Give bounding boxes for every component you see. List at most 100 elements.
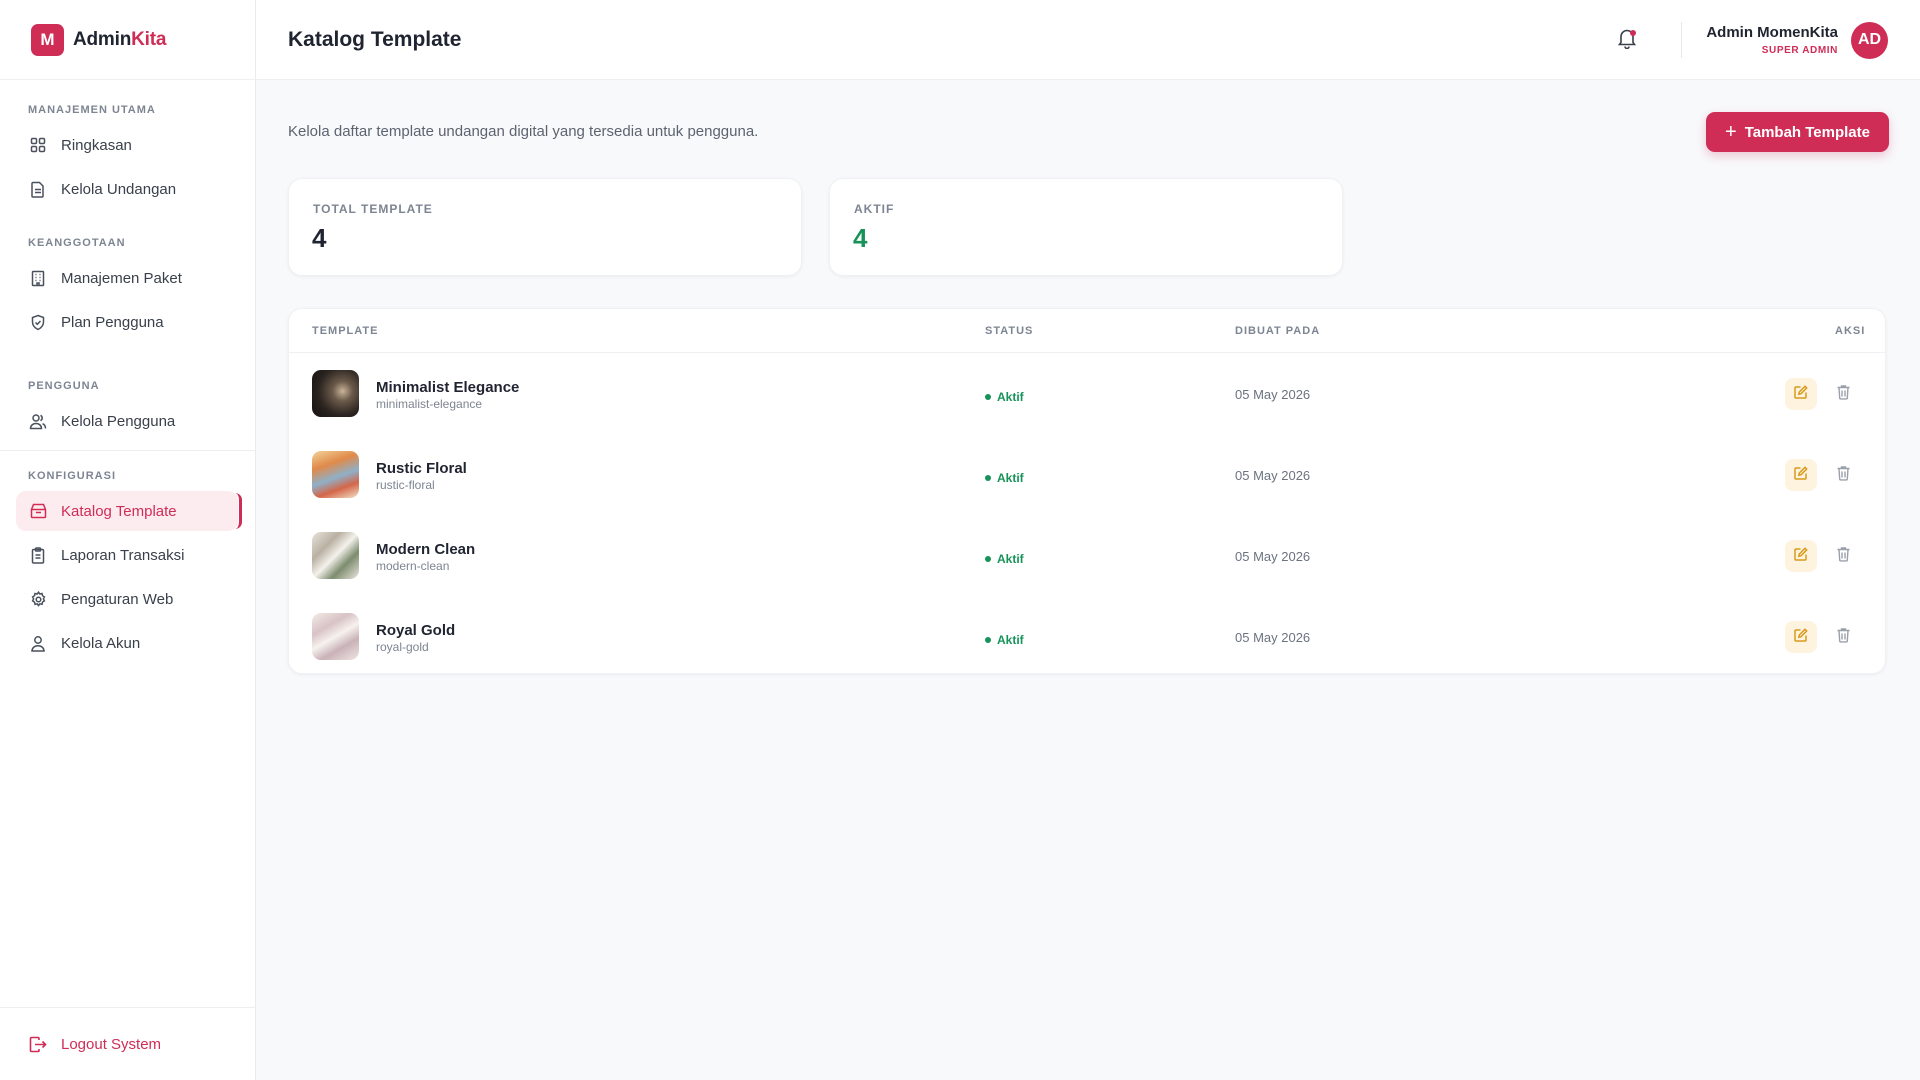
sidebar: M AdminKita MANAJEMEN UTAMA Ringkasan Ke…	[0, 0, 256, 1080]
delete-button[interactable]	[1827, 540, 1859, 572]
sidebar-item-laporan-transaksi[interactable]: Laporan Transaksi	[16, 535, 239, 575]
plus-icon: +	[1725, 121, 1737, 143]
sidebar-item-kelola-pengguna[interactable]: Kelola Pengguna	[16, 401, 239, 441]
sidebar-item-pengaturan-web[interactable]: Pengaturan Web	[16, 579, 239, 619]
delete-button[interactable]	[1827, 621, 1859, 653]
table-row: Rustic Floral rustic-floral Aktif 05 May…	[289, 434, 1885, 515]
avatar[interactable]: AD	[1851, 21, 1888, 59]
sidebar-item-katalog-template[interactable]: Katalog Template	[16, 491, 242, 531]
edit-button[interactable]	[1785, 621, 1817, 653]
table-row: Minimalist Elegance minimalist-elegance …	[289, 353, 1885, 434]
brand-name-part1: Admin	[73, 28, 132, 50]
page-description: Kelola daftar template undangan digital …	[288, 123, 759, 140]
user-info[interactable]: Admin MomenKita SUPER ADMIN	[1706, 24, 1838, 56]
status-label: Aktif	[997, 633, 1024, 647]
edit-icon	[1794, 546, 1808, 566]
logout-button[interactable]: Logout System	[0, 1007, 256, 1080]
status-dot	[985, 556, 991, 562]
edit-button[interactable]	[1785, 540, 1817, 572]
status-label: Aktif	[997, 552, 1024, 566]
brand[interactable]: M AdminKita	[0, 0, 255, 80]
user-name: Admin MomenKita	[1706, 24, 1838, 41]
created-date: 05 May 2026	[1235, 630, 1311, 645]
add-template-button[interactable]: + Tambah Template	[1706, 112, 1889, 152]
document-icon	[29, 180, 47, 198]
template-slug: rustic-floral	[376, 478, 435, 492]
column-header-actions: AKSI	[1835, 325, 1866, 337]
template-slug: minimalist-elegance	[376, 397, 483, 411]
nav-heading-manajemen-utama: MANAJEMEN UTAMA	[28, 104, 156, 116]
nav-heading-keanggotaan: KEANGGOTAAN	[28, 237, 126, 249]
trash-icon	[1836, 546, 1851, 567]
user-icon	[29, 634, 47, 652]
template-name: Modern Clean	[376, 541, 476, 558]
sidebar-item-ringkasan[interactable]: Ringkasan	[16, 125, 239, 165]
created-date: 05 May 2026	[1235, 549, 1311, 564]
shield-check-icon	[29, 313, 47, 331]
template-thumbnail	[312, 451, 359, 498]
stat-value: 4	[853, 223, 868, 253]
main-content: Kelola daftar template undangan digital …	[256, 80, 1920, 1080]
tray-icon	[29, 502, 47, 520]
edit-icon	[1794, 384, 1808, 404]
stat-card-aktif: AKTIF 4	[829, 178, 1343, 276]
sidebar-item-label: Kelola Akun	[61, 634, 141, 652]
template-thumbnail	[312, 532, 359, 579]
status-label: Aktif	[997, 471, 1024, 485]
sidebar-item-label: Kelola Undangan	[61, 180, 177, 198]
grid-icon	[29, 136, 47, 154]
sidebar-item-label: Manajemen Paket	[61, 269, 182, 287]
template-name: Minimalist Elegance	[376, 379, 520, 396]
sidebar-item-label: Laporan Transaksi	[61, 546, 185, 564]
status-dot	[985, 394, 991, 400]
brand-logo: M	[31, 23, 64, 56]
gear-icon	[29, 590, 47, 608]
logout-label: Logout System	[61, 1035, 162, 1053]
template-thumbnail	[312, 370, 359, 417]
edit-button[interactable]	[1785, 459, 1817, 491]
table-row: Royal Gold royal-gold Aktif 05 May 2026	[289, 596, 1885, 677]
table-row: Modern Clean modern-clean Aktif 05 May 2…	[289, 515, 1885, 596]
status-badge: Aktif	[985, 633, 1024, 647]
trash-icon	[1836, 384, 1851, 405]
sidebar-item-manajemen-paket[interactable]: Manajemen Paket	[16, 258, 239, 298]
template-name: Rustic Floral	[376, 460, 467, 477]
delete-button[interactable]	[1827, 459, 1859, 491]
brand-name-part2: Kita	[131, 28, 167, 50]
top-header: Katalog Template Admin MomenKita SUPER A…	[256, 0, 1920, 80]
add-template-label: Tambah Template	[1744, 123, 1870, 141]
status-label: Aktif	[997, 390, 1024, 404]
nav-heading-konfigurasi: KONFIGURASI	[28, 470, 116, 482]
sidebar-item-plan-pengguna[interactable]: Plan Pengguna	[16, 302, 239, 342]
status-badge: Aktif	[985, 471, 1024, 485]
status-badge: Aktif	[985, 552, 1024, 566]
sidebar-item-label: Katalog Template	[61, 502, 177, 520]
edit-icon	[1794, 627, 1808, 647]
status-badge: Aktif	[985, 390, 1024, 404]
stat-label: AKTIF	[854, 202, 895, 216]
edit-button[interactable]	[1785, 378, 1817, 410]
brand-name: AdminKita	[73, 29, 166, 51]
created-date: 05 May 2026	[1235, 387, 1311, 402]
delete-button[interactable]	[1827, 378, 1859, 410]
sidebar-item-label: Pengaturan Web	[61, 590, 174, 608]
logout-icon	[29, 1035, 47, 1053]
column-header-status: STATUS	[985, 325, 1034, 337]
template-thumbnail	[312, 613, 359, 660]
sidebar-item-kelola-undangan[interactable]: Kelola Undangan	[16, 169, 239, 209]
template-slug: modern-clean	[376, 559, 450, 573]
column-header-date: DIBUAT PADA	[1235, 325, 1321, 337]
sidebar-item-kelola-akun[interactable]: Kelola Akun	[16, 623, 239, 663]
user-role: SUPER ADMIN	[1761, 45, 1838, 56]
stat-label: TOTAL TEMPLATE	[313, 202, 433, 216]
template-table: TEMPLATE STATUS DIBUAT PADA AKSI Minimal…	[288, 308, 1886, 674]
notification-button[interactable]	[1613, 26, 1641, 54]
users-icon	[29, 412, 47, 430]
status-dot	[985, 475, 991, 481]
created-date: 05 May 2026	[1235, 468, 1311, 483]
trash-icon	[1836, 627, 1851, 648]
stat-value: 4	[312, 223, 327, 253]
header-divider	[1681, 22, 1683, 58]
clipboard-icon	[29, 546, 47, 564]
building-icon	[29, 269, 47, 287]
